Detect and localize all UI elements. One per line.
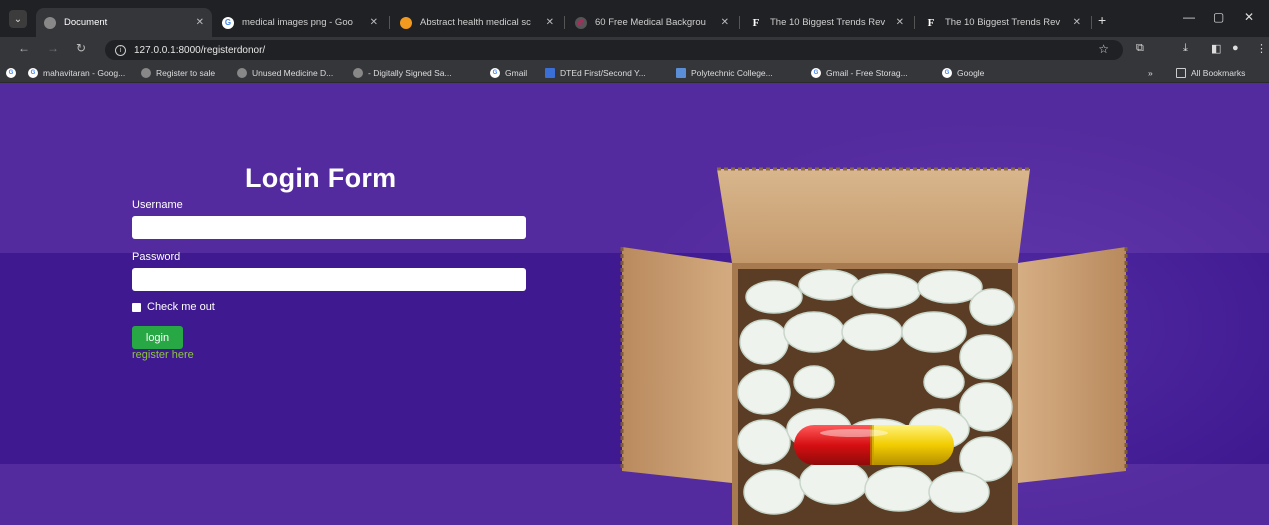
side-panel-icon[interactable]: ◧ bbox=[1211, 42, 1221, 55]
bookmark-polytechnic[interactable]: Polytechnic College... bbox=[676, 63, 773, 83]
google-icon: G bbox=[28, 68, 38, 78]
bookmarks-overflow[interactable]: » bbox=[1148, 63, 1153, 83]
box-left-flap bbox=[622, 247, 732, 483]
check-me-out-checkbox[interactable] bbox=[132, 302, 141, 312]
bookmark-mahavitaran[interactable]: Gmahavitaran - Goog... bbox=[28, 63, 125, 83]
bookmark-register-to-sale[interactable]: Register to sale bbox=[141, 63, 215, 83]
tab-document[interactable]: Document ✕ bbox=[36, 8, 212, 37]
close-icon[interactable]: ✕ bbox=[896, 17, 904, 28]
tab-medical-images[interactable]: G medical images png - Goo ✕ bbox=[214, 8, 386, 37]
register-link[interactable]: register here bbox=[132, 349, 194, 361]
checkbox-label: Check me out bbox=[147, 301, 215, 313]
url-text: 127.0.0.1:8000/registerdonor/ bbox=[134, 44, 266, 56]
apps-icon[interactable]: G bbox=[6, 63, 21, 83]
site-icon bbox=[400, 16, 412, 29]
all-bookmarks[interactable]: All Bookmarks bbox=[1176, 63, 1245, 83]
site-icon bbox=[676, 68, 686, 78]
login-button[interactable]: login bbox=[132, 326, 183, 349]
tab-search-icon[interactable]: ⌄ bbox=[9, 10, 27, 28]
folder-icon bbox=[1176, 68, 1186, 78]
close-icon[interactable]: ✕ bbox=[1073, 17, 1081, 28]
tab-trends-1[interactable]: F The 10 Biggest Trends Rev ✕ bbox=[742, 8, 912, 37]
bookmark-gmail[interactable]: G Gmail bbox=[490, 63, 527, 83]
back-icon[interactable]: ← bbox=[18, 41, 30, 55]
site-icon: ◎ bbox=[575, 16, 587, 29]
username-label: Username bbox=[132, 199, 183, 211]
bookmark-google[interactable]: G Google bbox=[942, 63, 984, 83]
tab-separator bbox=[739, 16, 740, 29]
browser-toolbar: ← → ↻ i 127.0.0.1:8000/registerdonor/ ☆ … bbox=[0, 37, 1269, 63]
tab-separator bbox=[1091, 16, 1092, 29]
site-info-icon[interactable]: i bbox=[115, 44, 126, 56]
google-icon: G bbox=[942, 68, 952, 78]
tab-separator bbox=[564, 16, 565, 29]
tab-medical-backgrounds[interactable]: ◎ 60 Free Medical Backgrou ✕ bbox=[567, 8, 737, 37]
menu-icon[interactable]: ⋮ bbox=[1256, 42, 1267, 55]
page-content: Login Form Username Password Check me ou… bbox=[0, 83, 1269, 525]
new-tab-button[interactable]: + bbox=[1098, 12, 1106, 28]
bookmark-digitally-signed[interactable]: - Digitally Signed Sa... bbox=[353, 63, 452, 83]
tab-trends-2[interactable]: F The 10 Biggest Trends Rev ✕ bbox=[917, 8, 1089, 37]
remember-row: Check me out bbox=[132, 301, 215, 313]
extensions-icon[interactable]: ⧉ bbox=[1136, 42, 1144, 55]
bookmark-star-icon[interactable]: ☆ bbox=[1098, 42, 1109, 56]
close-window-icon[interactable]: ✕ bbox=[1244, 10, 1254, 24]
tab-abstract-health[interactable]: Abstract health medical sc ✕ bbox=[392, 8, 562, 37]
tab-strip: ⌄ Document ✕ G medical images png - Goo … bbox=[0, 0, 1269, 37]
forward-icon[interactable]: → bbox=[47, 41, 59, 55]
restore-icon[interactable]: ▢ bbox=[1213, 10, 1224, 24]
tab-separator bbox=[914, 16, 915, 29]
google-icon: G bbox=[222, 16, 234, 29]
address-bar[interactable]: i 127.0.0.1:8000/registerdonor/ ☆ bbox=[105, 40, 1123, 60]
close-icon[interactable]: ✕ bbox=[721, 17, 729, 28]
globe-icon bbox=[237, 68, 247, 78]
close-icon[interactable]: ✕ bbox=[546, 17, 554, 28]
globe-icon bbox=[141, 68, 151, 78]
pill-capsule bbox=[794, 425, 954, 465]
close-icon[interactable]: ✕ bbox=[196, 17, 204, 28]
box-right-flap bbox=[1018, 247, 1126, 483]
bookmark-unused-medicine[interactable]: Unused Medicine D... bbox=[237, 63, 333, 83]
forbes-icon: F bbox=[752, 16, 760, 29]
profile-avatar[interactable]: ● bbox=[1232, 42, 1239, 54]
bookmarks-bar: G Gmahavitaran - Goog... Register to sal… bbox=[0, 63, 1269, 83]
site-icon bbox=[545, 68, 555, 78]
globe-icon bbox=[44, 16, 56, 29]
username-input[interactable] bbox=[132, 216, 526, 239]
download-icon[interactable]: ⤓ bbox=[1183, 42, 1188, 55]
tab-separator bbox=[389, 16, 390, 29]
reload-icon[interactable]: ↻ bbox=[76, 41, 86, 55]
page-title: Login Form bbox=[245, 163, 397, 193]
google-icon: G bbox=[811, 68, 821, 78]
google-icon: G bbox=[490, 68, 500, 78]
close-icon[interactable]: ✕ bbox=[370, 17, 378, 28]
bookmark-gmail-storage[interactable]: G Gmail - Free Storag... bbox=[811, 63, 908, 83]
minimize-icon[interactable]: — bbox=[1183, 10, 1195, 24]
password-input[interactable] bbox=[132, 268, 526, 291]
forbes-icon: F bbox=[927, 16, 935, 29]
box-top-flap bbox=[717, 169, 1030, 263]
box-pill-illustration bbox=[620, 167, 1128, 525]
globe-icon bbox=[353, 68, 363, 78]
password-label: Password bbox=[132, 251, 181, 263]
bookmark-dted[interactable]: DTEd First/Second Y... bbox=[545, 63, 646, 83]
